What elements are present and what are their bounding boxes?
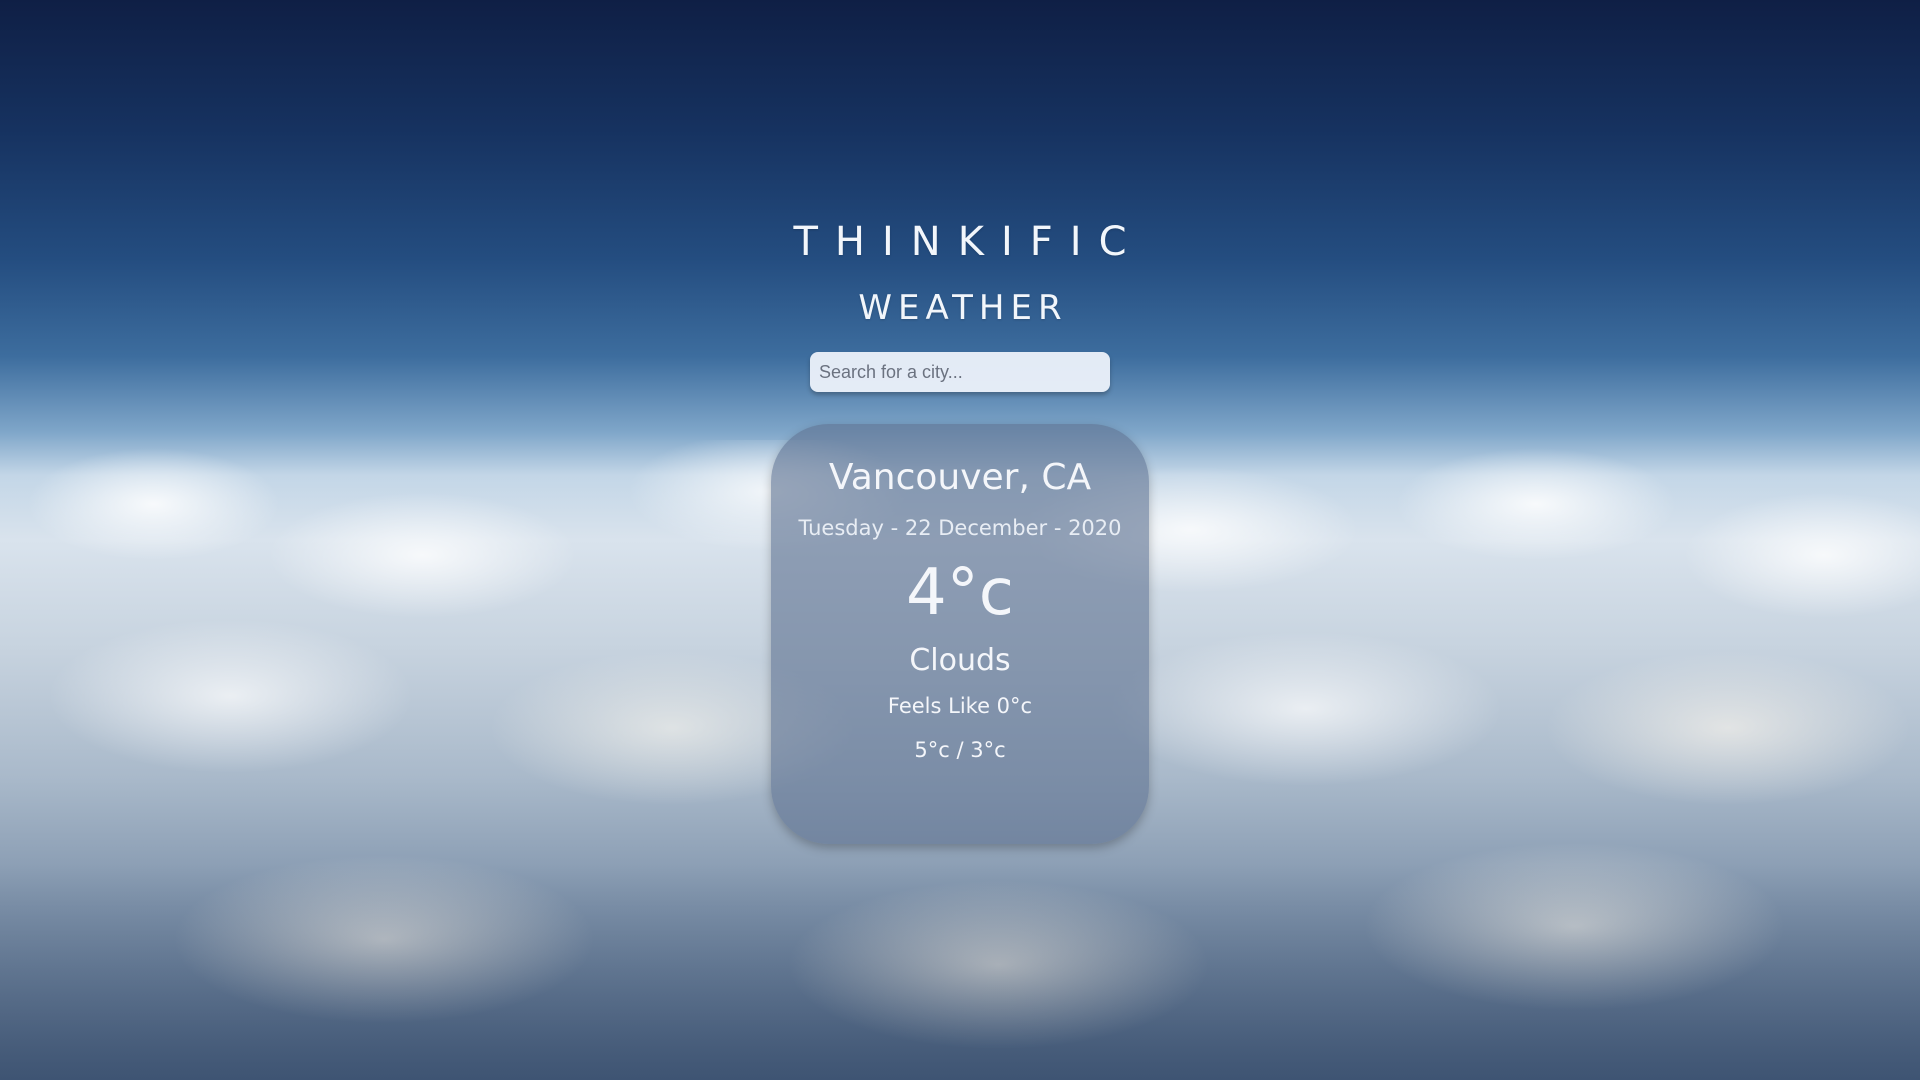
city-name: Vancouver, CA (828, 457, 1092, 498)
feels-like: Feels Like 0°c (887, 694, 1033, 718)
current-date: Tuesday - 22 December - 2020 (798, 516, 1122, 540)
current-temperature: 4°c (906, 556, 1014, 630)
high-low-temperature: 5°c / 3°c (914, 738, 1006, 762)
main-content: THINKIFIC WEATHER Vancouver, CA Tuesday … (0, 0, 1920, 844)
city-search-input[interactable] (810, 352, 1110, 392)
weather-card: Vancouver, CA Tuesday - 22 December - 20… (771, 424, 1149, 844)
brand-title: THINKIFIC (793, 219, 1144, 265)
app-subtitle: WEATHER (858, 288, 1068, 328)
weather-condition: Clouds (909, 643, 1011, 678)
